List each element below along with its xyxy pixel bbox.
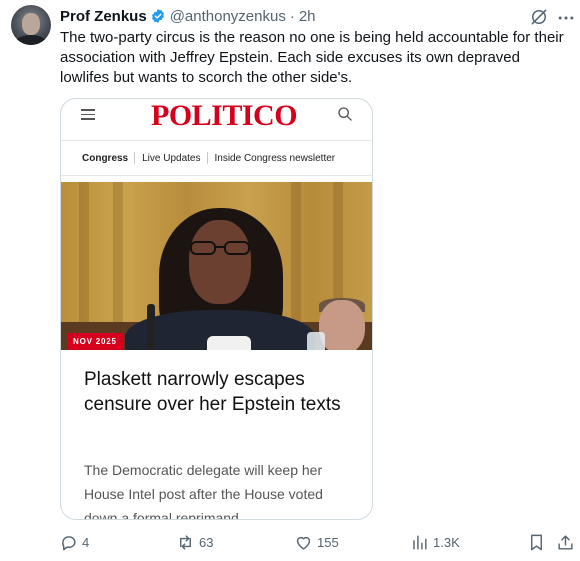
grok-icon[interactable] — [529, 7, 549, 27]
repost-icon — [180, 534, 191, 550]
tweet-text: The two-party circus is the reason no on… — [60, 29, 564, 86]
nav-item-newsletter: Inside Congress newsletter — [214, 152, 336, 164]
nav-item-congress: Congress — [82, 152, 129, 164]
more-options-icon[interactable] — [556, 8, 576, 28]
cup — [207, 336, 251, 350]
like-count: 155 — [317, 534, 339, 550]
header-separator: · — [289, 7, 295, 25]
article-dek: The Democratic delegate will keep her Ho… — [84, 462, 323, 520]
search-icon — [338, 107, 352, 121]
link-preview-card[interactable]: POLITICO Congress Live Updates Inside Co… — [60, 98, 373, 520]
politico-nav: Congress Live Updates Inside Congress ne… — [61, 140, 372, 176]
subject-face — [189, 220, 251, 304]
author-name[interactable]: Prof Zenkus — [60, 8, 147, 25]
politico-header: POLITICO — [61, 99, 372, 137]
bookmark-button[interactable] — [527, 531, 550, 553]
nav-divider — [134, 152, 136, 164]
nav-item-live-updates: Live Updates — [142, 152, 201, 164]
hamburger-menu-icon — [81, 109, 95, 121]
avatar-shoulders — [15, 35, 47, 45]
background-person — [319, 300, 365, 350]
reply-count: 4 — [82, 534, 90, 550]
views-count: 1.3K — [433, 534, 460, 550]
tweet-timestamp[interactable]: 2h — [299, 8, 316, 25]
glasses-shape — [190, 241, 250, 255]
heart-icon — [296, 536, 311, 550]
views-chart-icon — [413, 534, 427, 550]
author-avatar[interactable] — [11, 5, 51, 45]
reply-icon — [62, 535, 76, 550]
like-button[interactable]: 155 — [294, 531, 339, 553]
verified-badge-icon — [151, 9, 164, 23]
water-bottle — [307, 332, 325, 350]
article-headline: Plaskett narrowly escapes censure over h… — [84, 369, 341, 415]
repost-count: 63 — [199, 534, 214, 550]
author-handle[interactable]: @anthonyzenkus — [170, 8, 286, 25]
nav-divider — [206, 152, 208, 164]
share-icon — [558, 534, 573, 550]
politico-logo: POLITICO — [151, 99, 298, 132]
avatar-face — [22, 13, 40, 35]
repost-button[interactable]: 63 — [176, 531, 213, 553]
views-button[interactable]: 1.3K — [410, 531, 460, 553]
article-photo — [61, 182, 372, 350]
tweet-actions: 4 63 155 1.3K — [0, 531, 580, 555]
tweet-header: Prof Zenkus @anthonyzenkus · 2h — [60, 6, 316, 26]
bookmark-icon — [531, 534, 542, 550]
reply-button[interactable]: 4 — [59, 531, 89, 553]
share-button[interactable] — [556, 531, 579, 553]
date-badge: NOV 2025 — [67, 333, 123, 350]
microphone — [147, 304, 155, 350]
